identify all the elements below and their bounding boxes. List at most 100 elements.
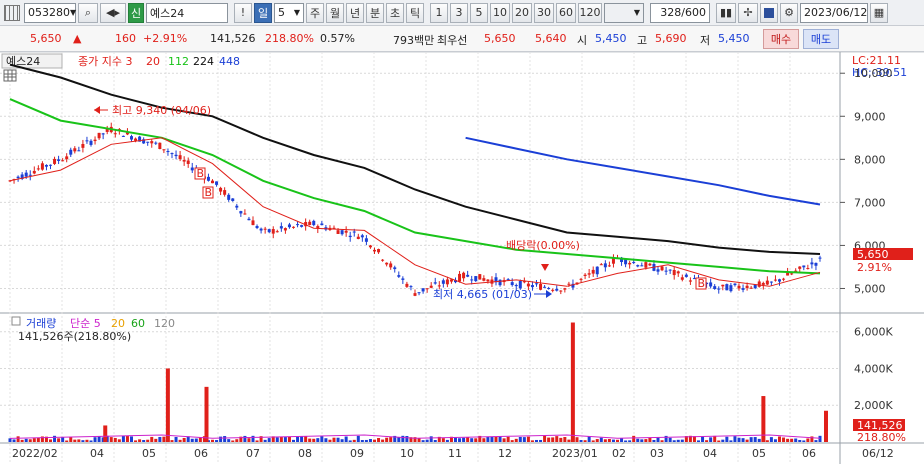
candle-body (482, 278, 486, 281)
volume-settings-icon[interactable] (11, 316, 21, 326)
volume-bar (283, 437, 287, 442)
volume-tick-label: 4,000K (854, 362, 893, 375)
stock-chart[interactable]: 예스24 종가 지수 3 20 112 224 448 LC:21.11 HC:… (0, 52, 924, 464)
volume-bar (498, 436, 502, 442)
volume-bar (632, 435, 636, 442)
low-price: 5,450 (718, 32, 750, 45)
volume-bar (24, 438, 28, 442)
calendar-button[interactable]: ▦ (870, 2, 888, 23)
volume-bar (32, 438, 36, 442)
date-field[interactable]: 2023/06/12 (800, 2, 868, 23)
volume-bar (697, 440, 700, 442)
chevron-down-icon[interactable]: ▼ (634, 8, 640, 17)
candle-body (377, 249, 381, 253)
save-button[interactable] (760, 2, 778, 23)
stock-name-field[interactable]: 예스24 (146, 2, 228, 23)
volume-bar (547, 437, 551, 442)
volume-bar (668, 437, 672, 442)
volume-bar (20, 439, 24, 442)
period-tick-button[interactable]: 틱 (406, 2, 424, 23)
volume-bar (636, 438, 640, 442)
interval-30-button[interactable]: 30 (534, 2, 554, 23)
buy-button[interactable]: 매수 (763, 29, 799, 49)
volume-bar (530, 440, 534, 442)
volume-bar (563, 437, 567, 442)
arrow-left-right-icon: ◀▸ (106, 6, 120, 19)
table-icon[interactable] (3, 69, 17, 82)
x-tick-label: 2022/02 (12, 447, 58, 460)
calendar-icon: ▦ (873, 6, 885, 19)
candle-body (717, 288, 721, 290)
volume-bar (620, 438, 624, 442)
candle-body (535, 283, 538, 285)
period-minute-button[interactable]: 분 (366, 2, 384, 23)
volume-bar (389, 437, 393, 442)
interval-10-button[interactable]: 10 (490, 2, 510, 23)
candle-body (628, 262, 632, 265)
interval-3-button[interactable]: 3 (450, 2, 468, 23)
interval-5-button[interactable]: 5 (470, 2, 488, 23)
volume-bar (753, 437, 757, 442)
period-second-button[interactable]: 초 (386, 2, 404, 23)
sell-button[interactable]: 매도 (803, 29, 839, 49)
current-volume-ratio-text: 218.80% (857, 431, 906, 444)
volume-bar (644, 439, 648, 442)
current-price: 5,650 (30, 32, 62, 45)
volume-spike-bar (570, 322, 575, 442)
candle-body (737, 285, 741, 289)
candle-body (688, 280, 692, 282)
candle-body (174, 154, 178, 157)
candle-body (344, 230, 348, 233)
volume-bar (733, 436, 737, 442)
volume-title: 거래량 (26, 317, 56, 330)
volume-bar (373, 439, 376, 442)
prev-next-stock-button[interactable]: ◀▸ (100, 2, 126, 23)
chevron-down-icon[interactable]: ▼ (294, 8, 300, 17)
volume-bar (514, 438, 518, 442)
alert-button[interactable]: ! (234, 2, 252, 23)
candle-body (389, 263, 393, 268)
interval-120-button[interactable]: 120 (578, 2, 602, 23)
volume-bar (539, 439, 543, 442)
volume-bar (381, 439, 385, 442)
volume-bar (721, 439, 725, 442)
volume-bar (611, 439, 615, 442)
data-count-field[interactable]: 328/600 (650, 2, 710, 23)
candle-body (656, 269, 660, 272)
interval-60-button[interactable]: 60 (556, 2, 576, 23)
volume-bar (798, 439, 802, 442)
candle-body (170, 153, 174, 155)
grid-menu-icon[interactable] (4, 4, 20, 21)
interval-1-button[interactable]: 1 (430, 2, 448, 23)
chevron-down-icon[interactable]: ▼ (70, 8, 76, 17)
exclamation-icon: ! (240, 6, 246, 19)
volume-bar (150, 436, 154, 442)
settings-button[interactable]: ⚙ (780, 2, 798, 23)
volume-bar (786, 438, 790, 442)
candle-body (530, 285, 534, 288)
candle-body (458, 273, 462, 282)
stock-code-input[interactable]: 053280 ▼ (24, 2, 76, 23)
volume-bar (190, 438, 194, 442)
volume-bar (109, 437, 113, 442)
period-day-button[interactable]: 일 (254, 2, 272, 23)
search-button[interactable]: ⌕ (78, 2, 98, 23)
x-tick-label: 09 (350, 447, 364, 460)
volume-bar (154, 438, 158, 442)
period-count-field[interactable]: 5 ▼ (274, 2, 304, 23)
period-year-button[interactable]: 년 (346, 2, 364, 23)
event-marker-label: B (205, 186, 213, 199)
interval-20-button[interactable]: 20 (512, 2, 532, 23)
candle-body (190, 167, 194, 171)
crosshair-button[interactable]: ✢ (738, 2, 758, 23)
candle-body (320, 223, 324, 226)
volume-bar (198, 437, 202, 442)
candle-body (660, 266, 664, 271)
period-month-button[interactable]: 월 (326, 2, 344, 23)
chart-view-button[interactable]: ▮▮ (716, 2, 736, 23)
volume-bar (77, 439, 81, 442)
volume-bar (802, 440, 806, 442)
candle-body (166, 151, 170, 153)
period-week-button[interactable]: 주 (306, 2, 324, 23)
interval-custom-field[interactable]: ▼ (604, 2, 644, 23)
